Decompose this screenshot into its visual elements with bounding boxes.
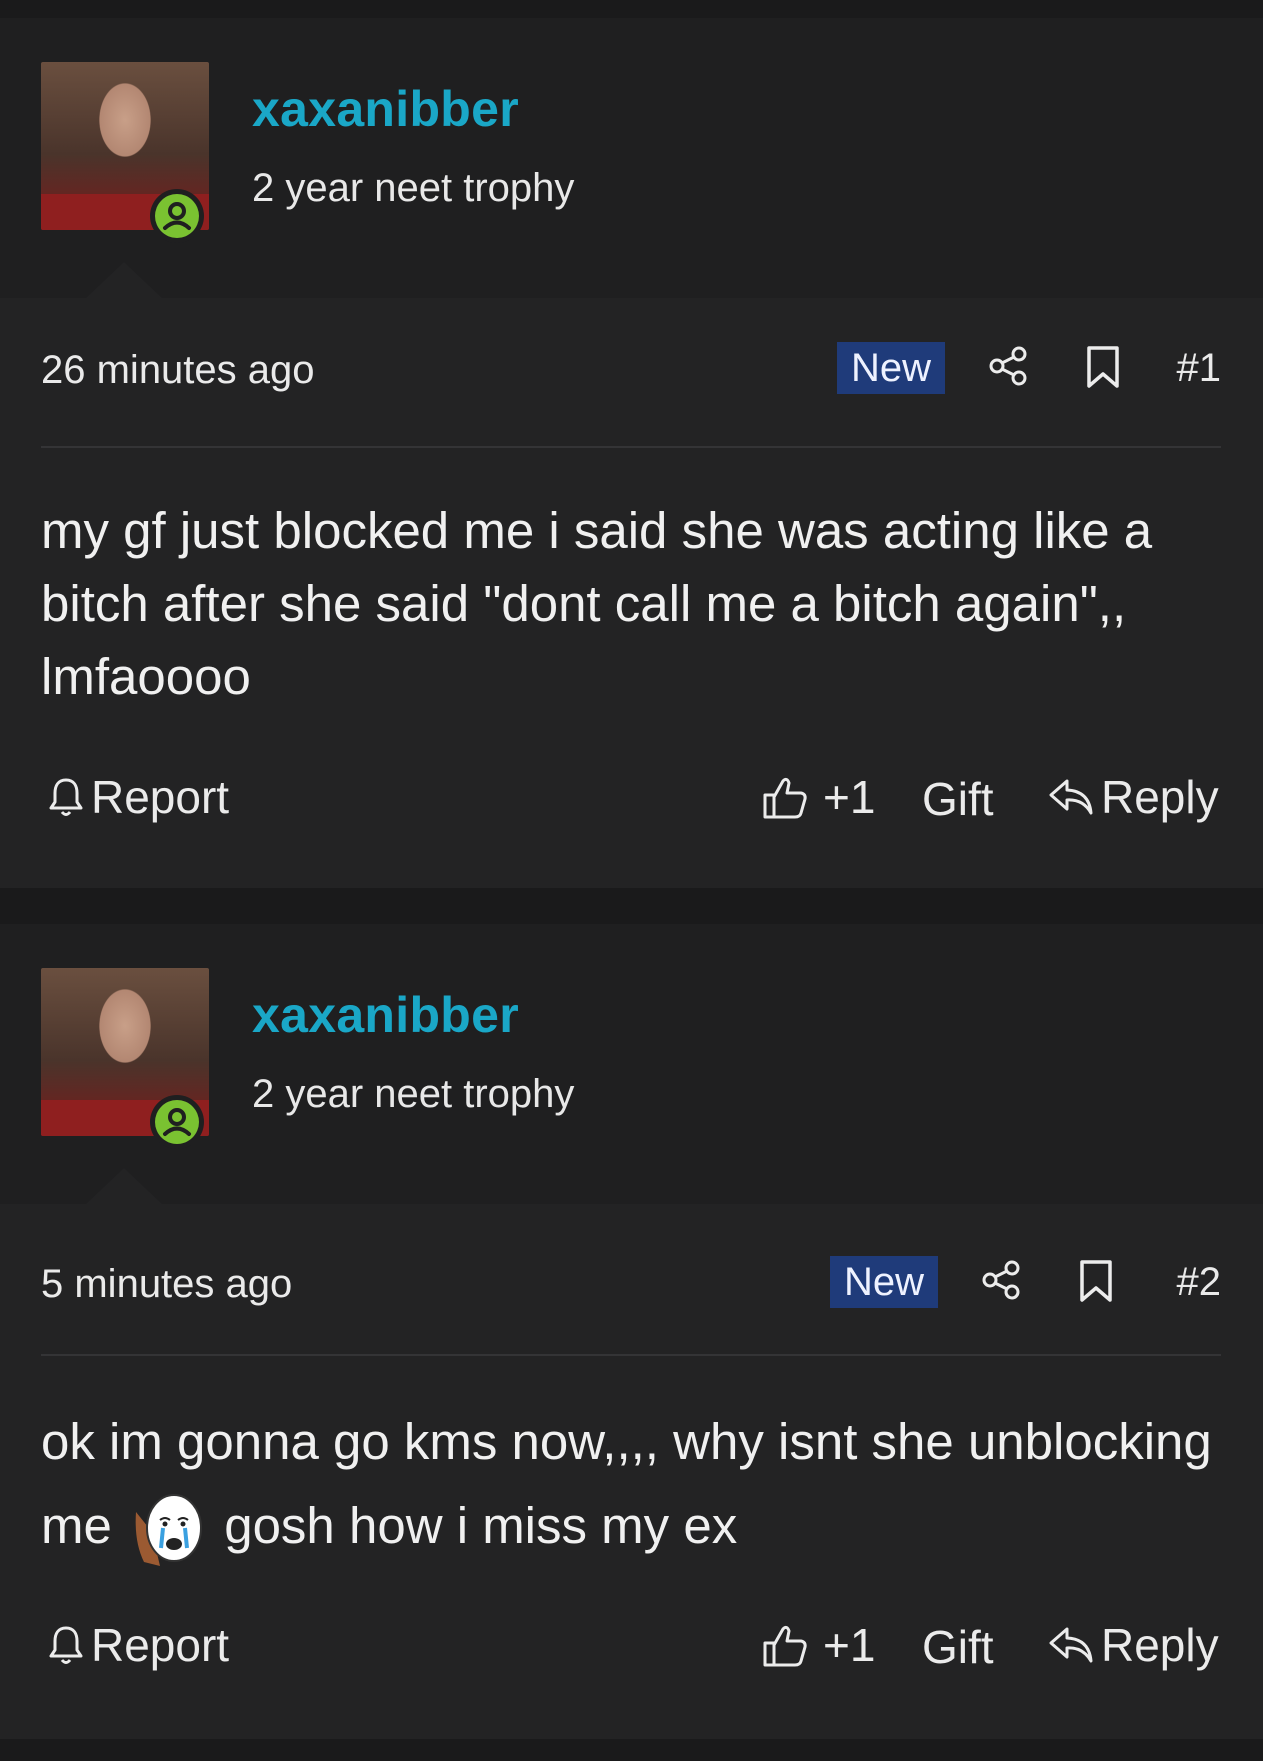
- page-top-band: [0, 0, 1263, 18]
- crying-wojak-emoji: [130, 1492, 206, 1568]
- header-pointer: [86, 262, 162, 298]
- thumbs-up-icon: [763, 1625, 807, 1667]
- like-count: +1: [823, 771, 876, 823]
- post-number[interactable]: #2: [1177, 1260, 1222, 1305]
- bookmark-icon[interactable]: [1076, 1258, 1116, 1309]
- like-button[interactable]: +1: [761, 770, 875, 824]
- post-header: xaxanibber 2 year neet trophy: [0, 924, 1263, 1204]
- reply-label: Reply: [1101, 1619, 1219, 1671]
- message-text: my gf just blocked me i said she was act…: [41, 502, 1153, 705]
- bell-icon: [49, 778, 83, 816]
- user-title: 2 year neet trophy: [252, 1072, 575, 1116]
- thumbs-up-icon: [763, 777, 807, 819]
- report-button[interactable]: Report: [47, 1618, 229, 1672]
- like-count: +1: [823, 1619, 876, 1671]
- timestamp[interactable]: 26 minutes ago: [41, 348, 315, 393]
- divider: [41, 1354, 1221, 1356]
- user-title: 2 year neet trophy: [252, 166, 575, 210]
- bookmark-icon[interactable]: [1083, 344, 1123, 395]
- reply-button[interactable]: Reply: [1047, 1618, 1219, 1672]
- online-status-icon: [150, 189, 204, 243]
- new-badge: New: [830, 1256, 939, 1308]
- username[interactable]: xaxanibber: [252, 80, 519, 138]
- post-header: xaxanibber 2 year neet trophy: [0, 18, 1263, 298]
- like-button[interactable]: +1: [761, 1618, 875, 1672]
- share-icon[interactable]: [986, 344, 1030, 393]
- timestamp[interactable]: 5 minutes ago: [41, 1262, 292, 1307]
- post-number[interactable]: #1: [1177, 346, 1222, 391]
- post-actions: Report +1 Gift Reply: [41, 770, 1221, 830]
- post-meta: 5 minutes ago New #2: [41, 1254, 1221, 1314]
- post-1: xaxanibber 2 year neet trophy 26 minutes…: [0, 18, 1263, 888]
- username[interactable]: xaxanibber: [252, 986, 519, 1044]
- new-badge: New: [837, 342, 946, 394]
- gift-button[interactable]: Gift: [922, 772, 994, 826]
- report-button[interactable]: Report: [47, 770, 229, 824]
- header-pointer: [86, 1168, 162, 1204]
- post-meta: 26 minutes ago New #1: [41, 340, 1221, 400]
- post-message: ok im gonna go kms now,,,, why isnt she …: [41, 1400, 1221, 1568]
- online-status-icon: [150, 1095, 204, 1149]
- message-text-continued: gosh how i miss my ex: [224, 1497, 738, 1554]
- post-separator: [0, 888, 1263, 924]
- report-label: Report: [91, 771, 230, 823]
- bell-icon: [49, 1626, 83, 1664]
- report-label: Report: [91, 1619, 230, 1671]
- divider: [41, 446, 1221, 448]
- post-2: xaxanibber 2 year neet trophy 5 minutes …: [0, 924, 1263, 1739]
- reply-arrow-icon: [1049, 779, 1093, 815]
- post-separator: [0, 1739, 1263, 1761]
- post-actions: Report +1 Gift Reply: [41, 1618, 1221, 1678]
- share-icon[interactable]: [979, 1258, 1023, 1307]
- reply-label: Reply: [1101, 771, 1219, 823]
- reply-arrow-icon: [1049, 1627, 1093, 1663]
- gift-button[interactable]: Gift: [922, 1620, 994, 1674]
- reply-button[interactable]: Reply: [1047, 770, 1219, 824]
- post-message: my gf just blocked me i said she was act…: [41, 494, 1221, 713]
